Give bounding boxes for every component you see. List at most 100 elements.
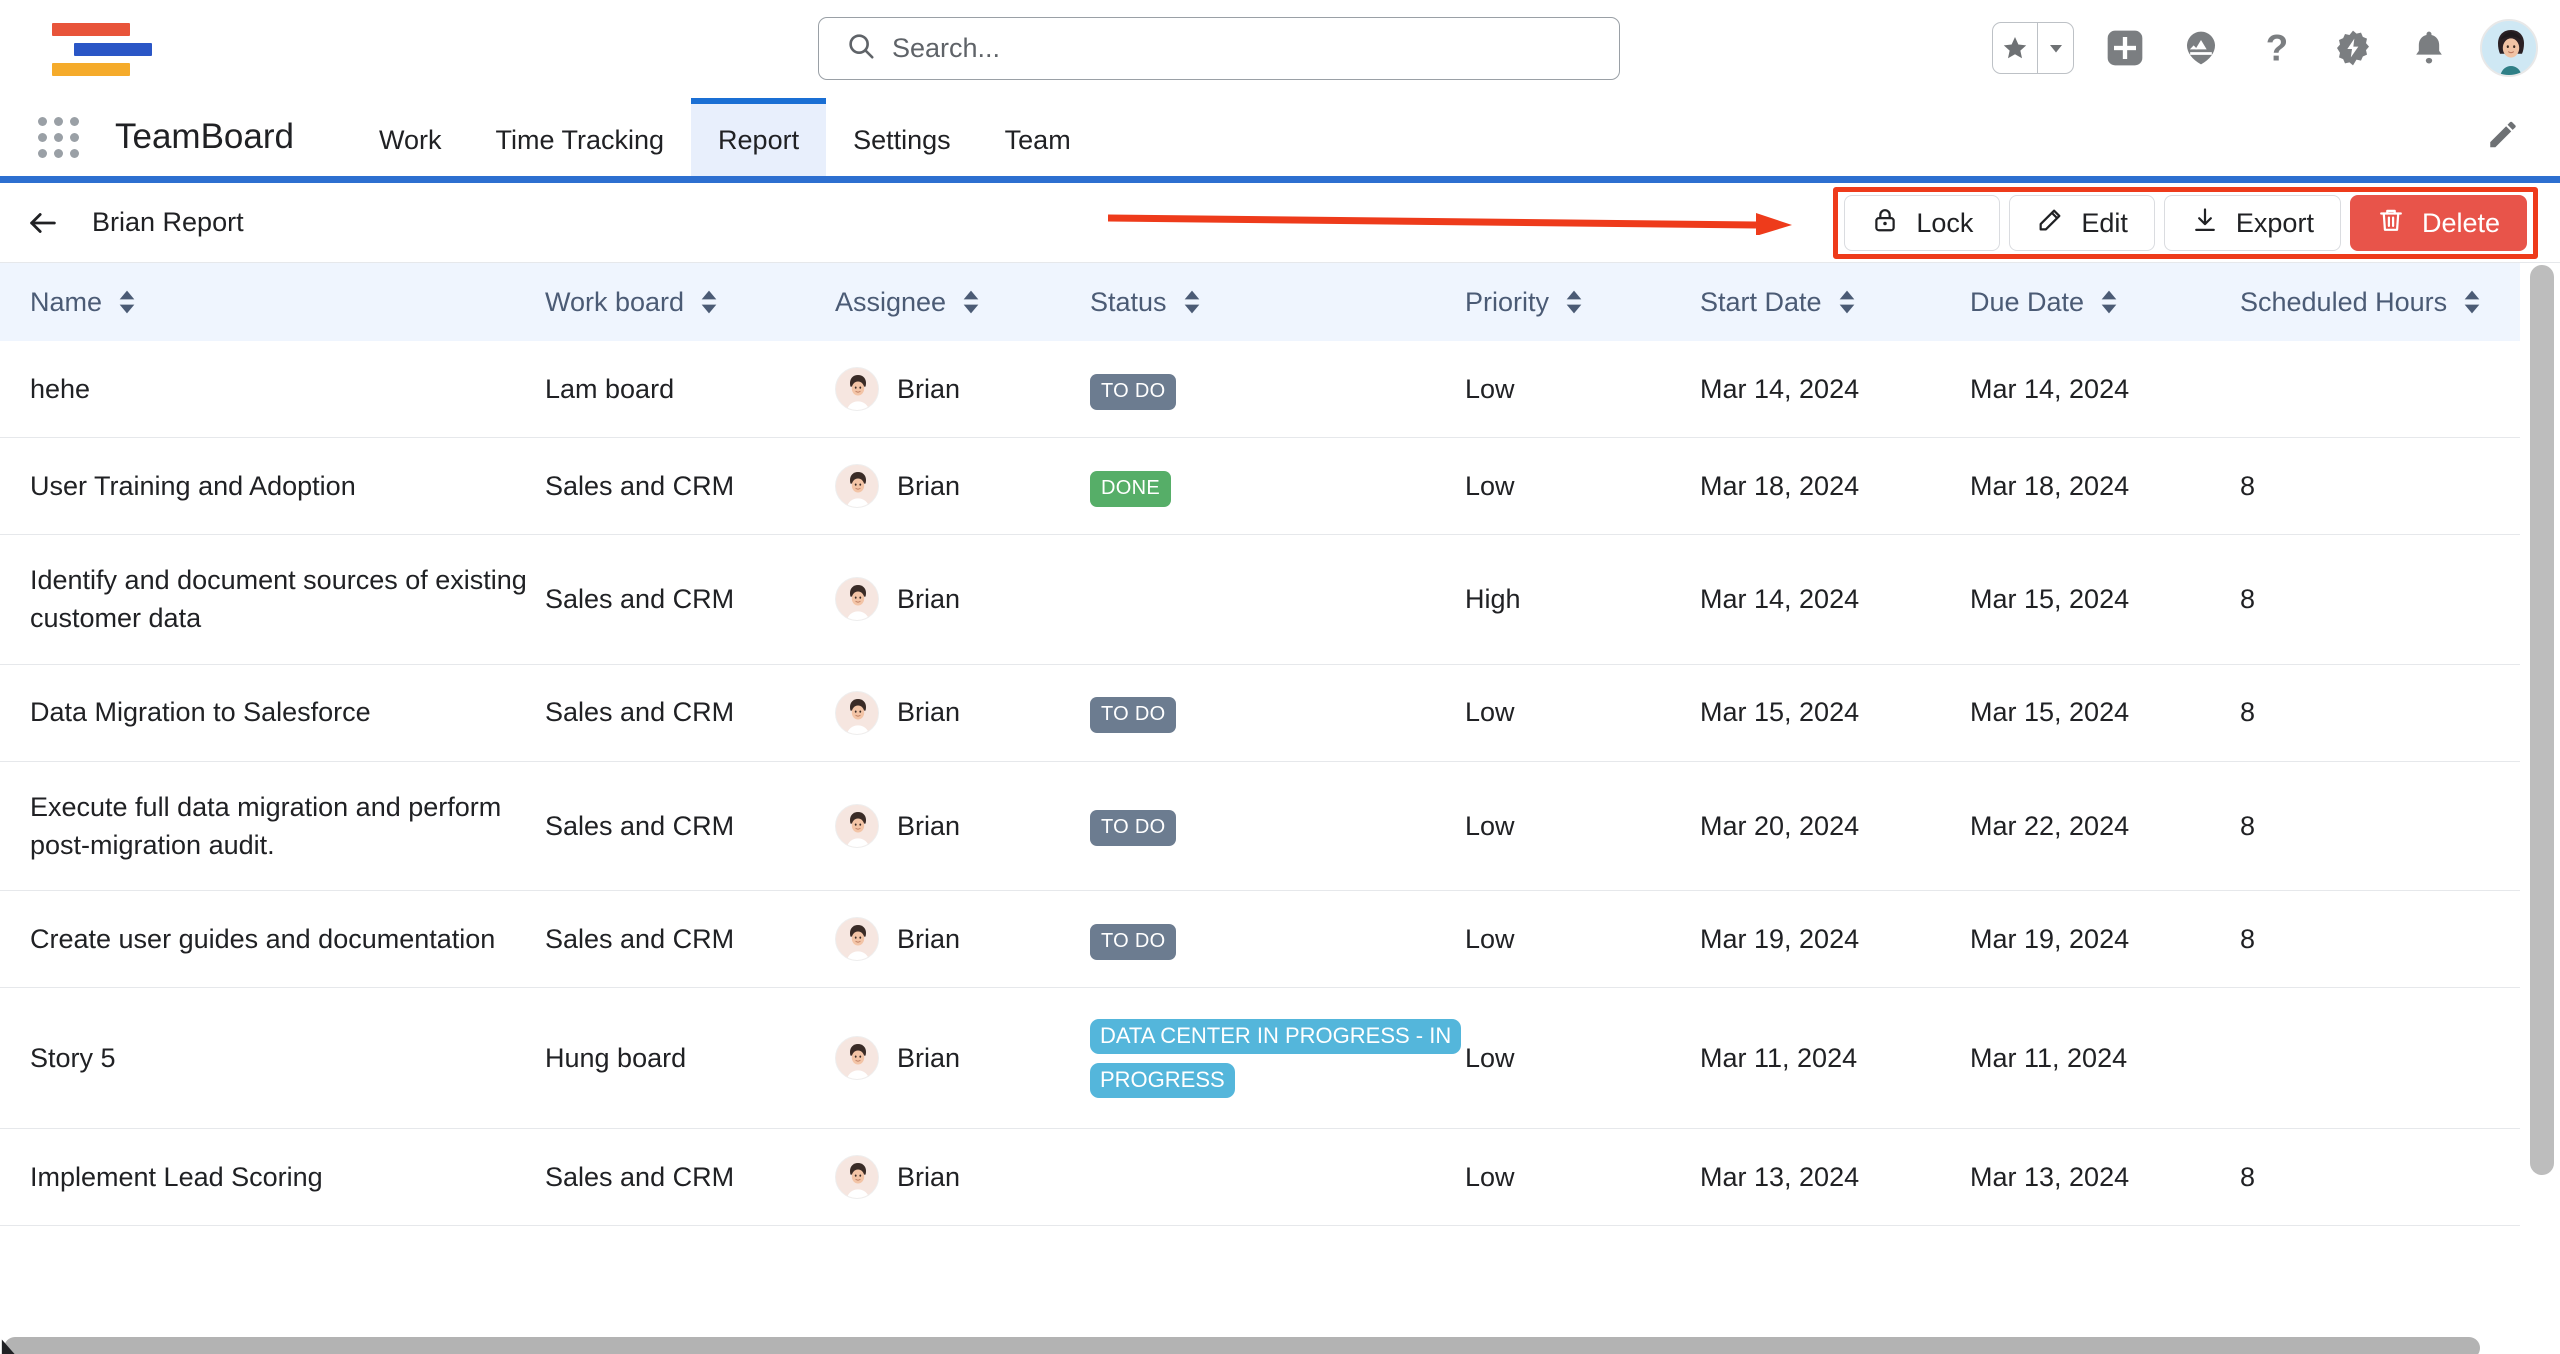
apps-grid-icon[interactable] [38, 117, 79, 158]
cell-due: Mar 22, 2024 [1970, 761, 2240, 891]
lock-button[interactable]: Lock [1844, 195, 2000, 251]
cell-priority: Low [1465, 664, 1700, 761]
cell-due: Mar 14, 2024 [1970, 341, 2240, 438]
cell-status [1090, 535, 1465, 665]
settings-gear-icon[interactable] [2328, 23, 2378, 73]
cell-assignee: Brian [835, 341, 1090, 438]
star-icon[interactable] [1993, 23, 2037, 73]
cell-assignee: Brian [835, 891, 1090, 988]
cell-assignee: Brian [835, 988, 1090, 1129]
column-header-start-date[interactable]: Start Date [1700, 263, 1970, 341]
notification-bell-icon[interactable] [2404, 23, 2454, 73]
cell-start: Mar 15, 2024 [1700, 664, 1970, 761]
column-header-priority[interactable]: Priority [1465, 263, 1700, 341]
tab-work[interactable]: Work [352, 98, 469, 176]
sort-icon-priority[interactable] [1564, 290, 1584, 314]
add-plus-icon[interactable] [2100, 23, 2150, 73]
column-header-scheduled-hours[interactable]: Scheduled Hours [2240, 263, 2520, 341]
sort-icon-due-date[interactable] [2099, 290, 2119, 314]
cell-due: Mar 15, 2024 [1970, 664, 2240, 761]
sort-icon-assignee[interactable] [961, 290, 981, 314]
table-row[interactable]: Story 5Hung board BrianDATA CENTER IN PR… [0, 988, 2520, 1129]
table-row[interactable]: Identify and document sources of existin… [0, 535, 2520, 665]
tab-settings[interactable]: Settings [826, 98, 978, 176]
sort-icon-status[interactable] [1182, 290, 1202, 314]
cell-status [1090, 1129, 1465, 1226]
top-bar: ? [0, 0, 2560, 98]
edit-button-label: Edit [2081, 208, 2128, 239]
cell-start: Mar 19, 2024 [1700, 891, 1970, 988]
sort-icon-scheduled-hours[interactable] [2462, 290, 2482, 314]
cell-priority: Low [1465, 988, 1700, 1129]
cell-board: Sales and CRM [545, 761, 835, 891]
tab-team[interactable]: Team [978, 98, 1098, 176]
favorites-dropdown-group[interactable] [1992, 22, 2074, 74]
column-header-assignee[interactable]: Assignee [835, 263, 1090, 341]
back-arrow-icon[interactable] [26, 206, 60, 240]
cell-status: TO DO [1090, 341, 1465, 438]
assignee-name: Brian [897, 920, 960, 958]
column-label-due-date: Due Date [1970, 287, 2084, 318]
cell-name: User Training and Adoption [0, 438, 545, 535]
cell-hours [2240, 341, 2520, 438]
search-input[interactable] [892, 33, 1619, 64]
pencil-edit-icon[interactable] [2486, 118, 2520, 157]
cell-assignee: Brian [835, 438, 1090, 535]
search-box[interactable] [818, 17, 1620, 80]
cell-status: TO DO [1090, 664, 1465, 761]
column-header-due-date[interactable]: Due Date [1970, 263, 2240, 341]
cell-name: Identify and document sources of existin… [0, 535, 545, 665]
page-title: Brian Report [92, 207, 244, 238]
horizontal-scrollbar[interactable] [4, 1337, 2514, 1354]
logo-bar-red [52, 23, 130, 36]
cell-board: Sales and CRM [545, 1129, 835, 1226]
edit-button[interactable]: Edit [2009, 195, 2155, 251]
cell-assignee: Brian [835, 664, 1090, 761]
column-label-priority: Priority [1465, 287, 1549, 318]
cell-name: hehe [0, 341, 545, 438]
column-header-name[interactable]: Name [0, 263, 545, 341]
column-header-status[interactable]: Status [1090, 263, 1465, 341]
cell-board: Sales and CRM [545, 891, 835, 988]
sort-icon-name[interactable] [117, 290, 137, 314]
vertical-scrollbar-thumb[interactable] [2530, 265, 2554, 1175]
chevron-down-icon[interactable] [2037, 23, 2073, 73]
table-row[interactable]: heheLam board BrianTO DOLowMar 14, 2024M… [0, 341, 2520, 438]
table-row[interactable]: Create user guides and documentationSale… [0, 891, 2520, 988]
cell-due: Mar 19, 2024 [1970, 891, 2240, 988]
tab-time-tracking[interactable]: Time Tracking [469, 98, 692, 176]
cell-board: Sales and CRM [545, 535, 835, 665]
tab-report[interactable]: Report [691, 98, 826, 176]
delete-button[interactable]: Delete [2350, 195, 2527, 251]
cell-start: Mar 18, 2024 [1700, 438, 1970, 535]
cell-name: Story 5 [0, 988, 545, 1129]
table-row[interactable]: Execute full data migration and perform … [0, 761, 2520, 891]
export-button[interactable]: Export [2164, 195, 2341, 251]
table-body: heheLam board BrianTO DOLowMar 14, 2024M… [0, 341, 2520, 1226]
table-header: Name Work board [0, 263, 2520, 341]
search-container [818, 17, 1620, 80]
table-row[interactable]: Data Migration to SalesforceSales and CR… [0, 664, 2520, 761]
cell-status: TO DO [1090, 761, 1465, 891]
column-header-work-board[interactable]: Work board [545, 263, 835, 341]
sort-icon-start-date[interactable] [1837, 290, 1857, 314]
report-table-container: Name Work board [0, 263, 2560, 1354]
cell-priority: High [1465, 535, 1700, 665]
horizontal-scrollbar-thumb[interactable] [4, 1337, 2480, 1354]
column-label-start-date: Start Date [1700, 287, 1822, 318]
scroll-corner-icon [0, 1334, 22, 1354]
table-row[interactable]: User Training and AdoptionSales and CRM … [0, 438, 2520, 535]
status-badge: TO DO [1090, 924, 1176, 960]
cell-board: Lam board [545, 341, 835, 438]
cell-due: Mar 13, 2024 [1970, 1129, 2240, 1226]
vertical-scrollbar[interactable] [2530, 265, 2554, 1325]
column-label-scheduled-hours: Scheduled Hours [2240, 287, 2447, 318]
cell-hours: 8 [2240, 535, 2520, 665]
app-mountain-icon[interactable] [2176, 23, 2226, 73]
table-row[interactable]: Implement Lead ScoringSales and CRM Bria… [0, 1129, 2520, 1226]
help-question-icon[interactable]: ? [2252, 23, 2302, 73]
sort-icon-work-board[interactable] [699, 290, 719, 314]
user-avatar[interactable] [2480, 19, 2538, 77]
cell-start: Mar 14, 2024 [1700, 341, 1970, 438]
cell-name: Implement Lead Scoring [0, 1129, 545, 1226]
